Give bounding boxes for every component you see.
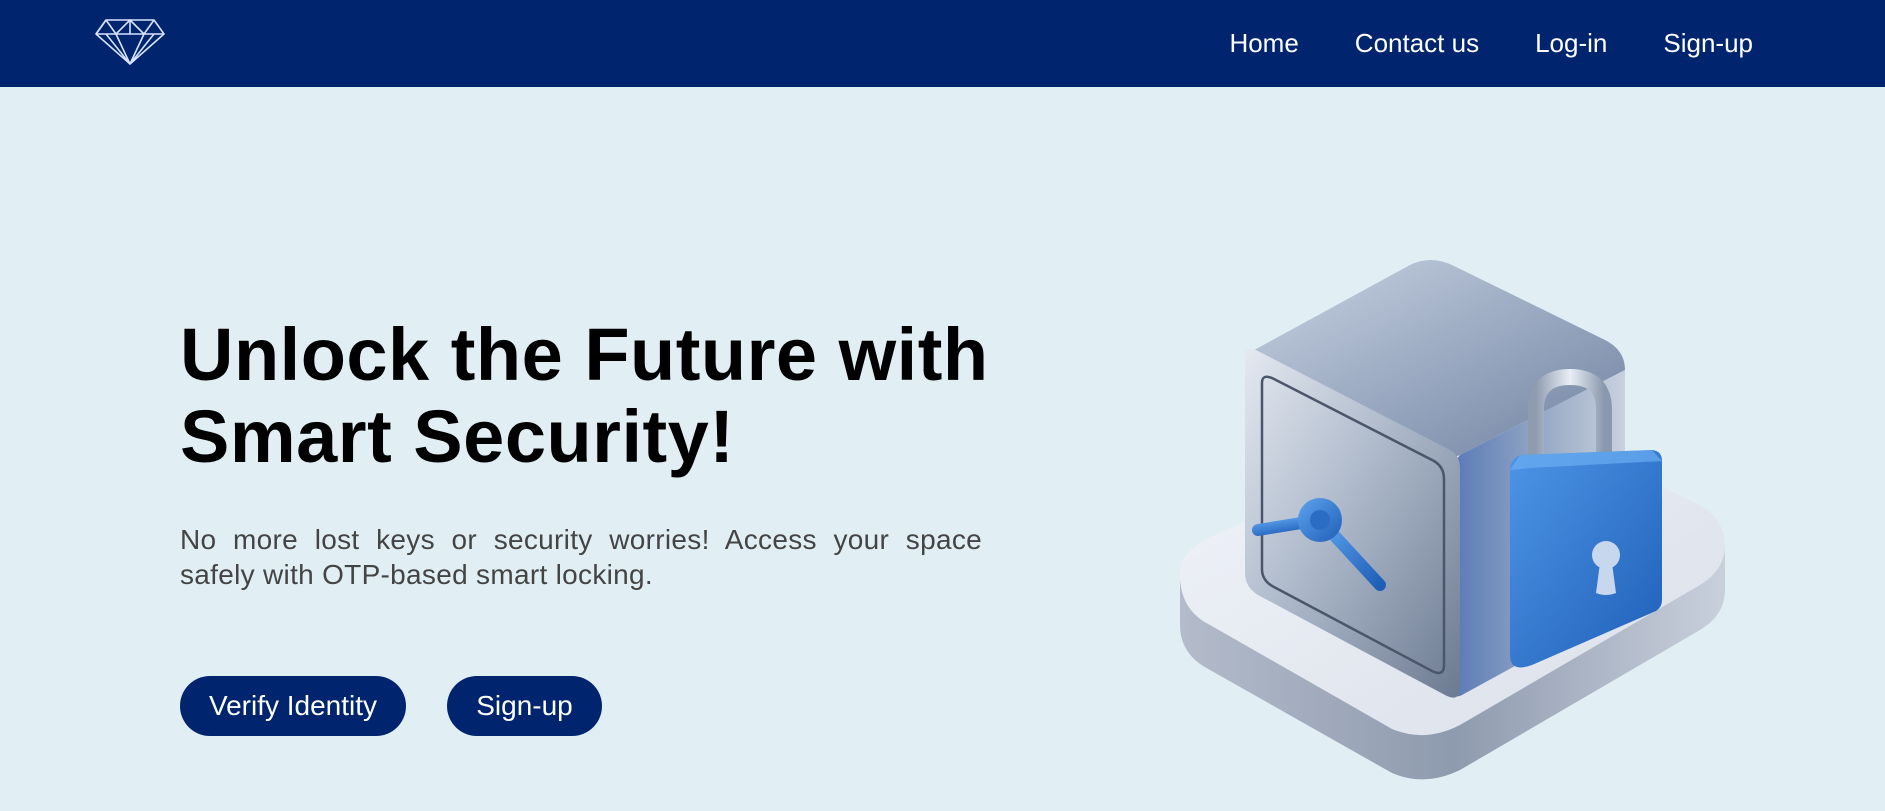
hero-signup-button[interactable]: Sign-up: [447, 676, 602, 736]
hero-title-line-2: Smart Security!: [180, 395, 735, 478]
hero-title-line-1: Unlock the Future with: [180, 313, 989, 396]
navbar: Home Contact us Log-in Sign-up: [0, 0, 1885, 87]
verify-identity-button[interactable]: Verify Identity: [180, 676, 406, 736]
nav-login-link[interactable]: Log-in: [1535, 28, 1607, 59]
diamond-icon[interactable]: [94, 18, 166, 66]
nav-links: Home Contact us Log-in Sign-up: [1173, 0, 1753, 87]
hero-subtitle: No more lost keys or security worries! A…: [180, 524, 982, 590]
nav-home-link[interactable]: Home: [1229, 28, 1298, 59]
nav-signup-link[interactable]: Sign-up: [1663, 28, 1753, 59]
hero-title: Unlock the Future with Smart Security!: [180, 314, 1040, 478]
safe-with-padlock-icon: [1170, 255, 1740, 805]
nav-contact-link[interactable]: Contact us: [1355, 28, 1479, 59]
